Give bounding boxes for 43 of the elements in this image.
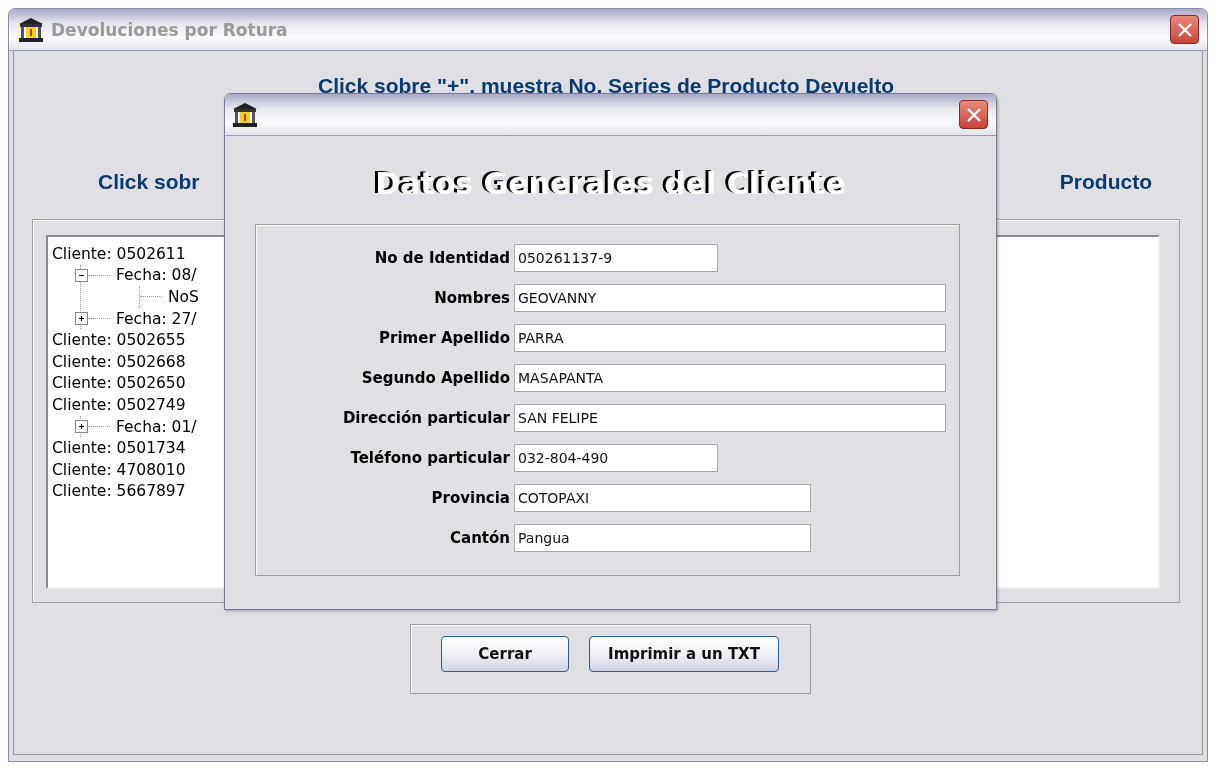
- text-field[interactable]: Pangua: [514, 524, 811, 552]
- instruction-heading: Producto: [1059, 169, 1152, 195]
- text-field[interactable]: GEOVANNY: [514, 284, 946, 312]
- field-label: No de Identidad: [373, 249, 510, 267]
- expand-icon[interactable]: [75, 312, 88, 326]
- collapse-icon[interactable]: [75, 268, 88, 282]
- window-title: Devoluciones por Rotura: [51, 19, 289, 40]
- close-button[interactable]: [959, 100, 988, 129]
- field-label: Primer Apellido: [378, 329, 510, 347]
- field-label: Provincia: [430, 489, 510, 507]
- text-field[interactable]: COTOPAXI: [514, 484, 811, 512]
- tree-item[interactable]: Cliente: 0502611: [52, 244, 186, 263]
- field-label: Cantón: [449, 529, 510, 547]
- close-button[interactable]: [1170, 15, 1199, 44]
- field-label: Nombres: [433, 289, 510, 307]
- tree-item[interactable]: Cliente: 0502655: [52, 331, 186, 350]
- tree-item[interactable]: Fecha: 01/: [116, 417, 197, 436]
- field-label: Teléfono particular: [349, 449, 510, 467]
- tree-item[interactable]: Cliente: 5667897: [52, 482, 186, 501]
- expand-icon[interactable]: [75, 420, 88, 434]
- tree-item[interactable]: Cliente: 0501734: [52, 439, 186, 458]
- text-field[interactable]: 032-804-490: [514, 444, 718, 472]
- dialog-heading: Datos Generales del Cliente: [374, 166, 847, 202]
- tree-item[interactable]: Cliente: 0502749: [52, 395, 186, 414]
- action-button[interactable]: Cerrar: [441, 636, 570, 672]
- field-label: Segundo Apellido: [360, 369, 510, 387]
- tree-item[interactable]: NoS: [168, 288, 199, 306]
- bank-icon: [17, 15, 45, 44]
- instruction-heading: Click sobr: [98, 169, 200, 195]
- close-icon: [965, 106, 982, 123]
- text-field[interactable]: MASAPANTA: [514, 364, 946, 392]
- tree-item[interactable]: Cliente: 0502668: [52, 352, 186, 371]
- close-icon: [1176, 21, 1193, 38]
- text-field[interactable]: 050261137-9: [514, 244, 718, 272]
- tree-item[interactable]: Fecha: 27/: [116, 309, 197, 328]
- tree-item[interactable]: Fecha: 08/: [116, 266, 197, 285]
- action-button[interactable]: Imprimir a un TXT: [589, 636, 779, 672]
- tree-item[interactable]: Cliente: 4708010: [52, 460, 186, 479]
- bank-icon: [231, 100, 259, 129]
- text-field[interactable]: SAN FELIPE: [514, 404, 946, 432]
- tree-item[interactable]: Cliente: 0502650: [52, 374, 186, 393]
- text-field[interactable]: PARRA: [514, 324, 946, 352]
- field-label: Dirección particular: [341, 409, 510, 427]
